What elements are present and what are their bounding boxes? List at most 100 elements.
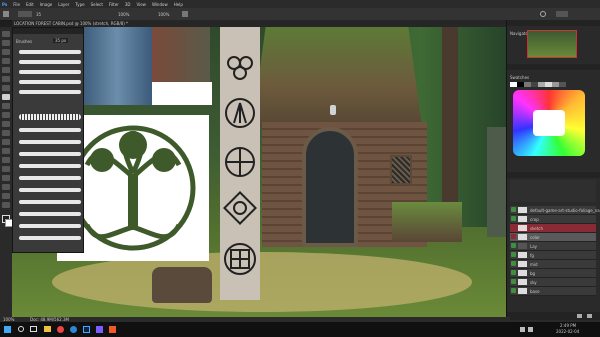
- color-wheel[interactable]: [513, 90, 585, 156]
- brush-preset[interactable]: [19, 152, 81, 156]
- swatch[interactable]: [531, 82, 538, 87]
- layer-name[interactable]: bg: [530, 271, 535, 276]
- brush-preset[interactable]: [19, 128, 81, 132]
- flow-value[interactable]: 100%: [158, 12, 169, 17]
- layer-name[interactable]: sketch: [530, 226, 543, 231]
- swatch[interactable]: [552, 82, 559, 87]
- eyedropper-tool-icon[interactable]: [2, 76, 10, 82]
- photoshop-taskbar-icon[interactable]: [83, 326, 90, 333]
- brush-preset[interactable]: [19, 50, 81, 54]
- brush-preset[interactable]: [19, 224, 81, 228]
- layer-row[interactable]: crop: [510, 215, 596, 224]
- windows-start-icon[interactable]: [4, 326, 11, 333]
- menu-filter[interactable]: Filter: [109, 2, 119, 7]
- visibility-eye-icon[interactable]: [511, 243, 516, 248]
- app-icon[interactable]: [96, 326, 103, 333]
- layer-name[interactable]: base: [530, 289, 540, 294]
- layer-row[interactable]: mid: [510, 260, 596, 269]
- clock-time[interactable]: 2:49 PM: [560, 323, 576, 328]
- layer-name[interactable]: mid: [530, 262, 538, 267]
- delete-layer-icon[interactable]: [587, 314, 592, 318]
- layer-name[interactable]: crop: [530, 217, 539, 222]
- layer-name[interactable]: default-game-art-studio-foliage_name: [530, 208, 600, 213]
- path-select-tool-icon[interactable]: [2, 175, 10, 181]
- add-layer-icon[interactable]: [577, 314, 582, 318]
- share-button[interactable]: [556, 11, 568, 17]
- brush-preset[interactable]: [19, 164, 81, 168]
- swatch[interactable]: [524, 82, 531, 87]
- app-icon[interactable]: [109, 326, 116, 333]
- ps-logo-icon[interactable]: Ps: [2, 2, 7, 7]
- crop-tool-icon[interactable]: [2, 67, 10, 73]
- brush-preset[interactable]: [19, 70, 81, 74]
- visibility-eye-icon[interactable]: [511, 252, 516, 257]
- menu-3d[interactable]: 3D: [125, 2, 131, 7]
- lasso-tool-icon[interactable]: [2, 49, 10, 55]
- layer-row[interactable]: sketch: [510, 224, 596, 233]
- layer-row[interactable]: default-game-art-studio-foliage_name: [510, 206, 600, 215]
- layer-name[interactable]: Lay: [530, 244, 537, 249]
- document-tab[interactable]: LOCATION FOREST CABIN.psd @ 100% (stretc…: [14, 21, 128, 26]
- stamp-tool-icon[interactable]: [2, 103, 10, 109]
- dodge-tool-icon[interactable]: [2, 148, 10, 154]
- menu-file[interactable]: File: [13, 2, 20, 7]
- menu-window[interactable]: Window: [152, 2, 168, 7]
- swatch[interactable]: [538, 82, 545, 87]
- document-canvas[interactable]: [12, 27, 506, 317]
- brush-preset[interactable]: [19, 176, 81, 180]
- brush-preset[interactable]: [19, 200, 81, 204]
- layer-filter-bar[interactable]: [510, 180, 596, 202]
- layer-row[interactable]: fg: [510, 251, 596, 260]
- menu-select[interactable]: Select: [91, 2, 103, 7]
- menu-layer[interactable]: Layer: [58, 2, 69, 7]
- move-tool-icon[interactable]: [2, 31, 10, 37]
- marquee-tool-icon[interactable]: [2, 40, 10, 46]
- task-view-icon[interactable]: [30, 326, 37, 332]
- brush-preset[interactable]: [19, 188, 81, 192]
- edge-icon[interactable]: [70, 326, 77, 333]
- swatch-grid[interactable]: [510, 72, 596, 88]
- explorer-icon[interactable]: [44, 326, 51, 332]
- brush-preset[interactable]: [19, 140, 81, 144]
- network-icon[interactable]: [520, 327, 525, 332]
- airbrush-icon[interactable]: [182, 11, 188, 17]
- menu-help[interactable]: Help: [174, 2, 183, 7]
- swatch[interactable]: [545, 82, 552, 87]
- type-tool-icon[interactable]: [2, 166, 10, 172]
- menu-type[interactable]: Type: [75, 2, 84, 7]
- visibility-eye-icon[interactable]: [511, 234, 516, 239]
- home-icon[interactable]: [3, 11, 9, 17]
- layer-row[interactable]: color: [510, 233, 596, 242]
- history-brush-tool-icon[interactable]: [2, 112, 10, 118]
- brush-preset[interactable]: [19, 114, 81, 120]
- visibility-eye-icon[interactable]: [511, 270, 516, 275]
- brush-preset[interactable]: [19, 90, 81, 94]
- layer-row[interactable]: bg: [510, 269, 596, 278]
- shape-tool-icon[interactable]: [2, 184, 10, 190]
- visibility-eye-icon[interactable]: [511, 261, 516, 266]
- pen-tool-icon[interactable]: [2, 157, 10, 163]
- hand-tool-icon[interactable]: [2, 193, 10, 199]
- brush-tool-icon[interactable]: [2, 94, 10, 100]
- menu-view[interactable]: View: [136, 2, 146, 7]
- brush-preset[interactable]: [19, 80, 81, 84]
- brush-preset[interactable]: [19, 236, 81, 240]
- visibility-eye-icon[interactable]: [511, 279, 516, 284]
- brush-size-field[interactable]: 35 px: [53, 38, 69, 43]
- clock-date[interactable]: 2022-02-04: [556, 329, 579, 334]
- swatch[interactable]: [510, 82, 517, 87]
- layer-name[interactable]: fg: [530, 253, 534, 258]
- menu-edit[interactable]: Edit: [26, 2, 34, 7]
- menu-image[interactable]: Image: [40, 2, 53, 7]
- visibility-eye-icon[interactable]: [511, 207, 516, 212]
- quick-select-tool-icon[interactable]: [2, 58, 10, 64]
- opacity-value[interactable]: 100%: [118, 12, 129, 17]
- brush-preset[interactable]: [19, 60, 81, 64]
- eraser-tool-icon[interactable]: [2, 121, 10, 127]
- search-icon[interactable]: [540, 11, 546, 17]
- blur-tool-icon[interactable]: [2, 139, 10, 145]
- layer-name[interactable]: color: [530, 235, 540, 240]
- visibility-eye-icon[interactable]: [511, 216, 516, 221]
- layer-name[interactable]: sky: [530, 280, 537, 285]
- brush-preset[interactable]: [19, 212, 81, 216]
